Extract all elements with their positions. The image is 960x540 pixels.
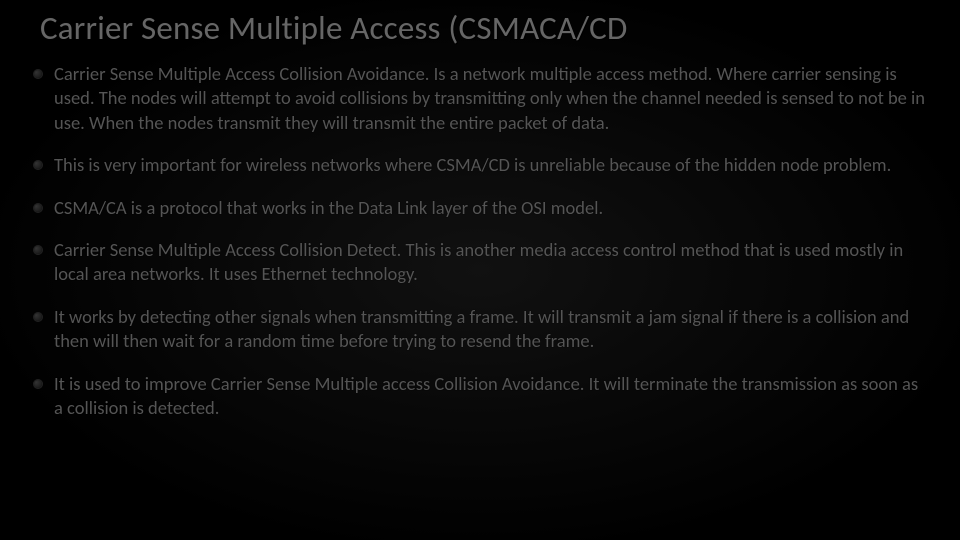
bullet-list: Carrier Sense Multiple Access Collision … [30, 62, 930, 420]
list-item: This is very important for wireless netw… [32, 153, 930, 177]
slide: Carrier Sense Multiple Access (CSMACA/CD… [0, 0, 960, 540]
slide-title: Carrier Sense Multiple Access (CSMACA/CD [40, 8, 930, 48]
list-item: Carrier Sense Multiple Access Collision … [32, 62, 930, 135]
list-item: It is used to improve Carrier Sense Mult… [32, 372, 930, 421]
list-item: It works by detecting other signals when… [32, 305, 930, 354]
list-item: CSMA/CA is a protocol that works in the … [32, 196, 930, 220]
list-item: Carrier Sense Multiple Access Collision … [32, 238, 930, 287]
